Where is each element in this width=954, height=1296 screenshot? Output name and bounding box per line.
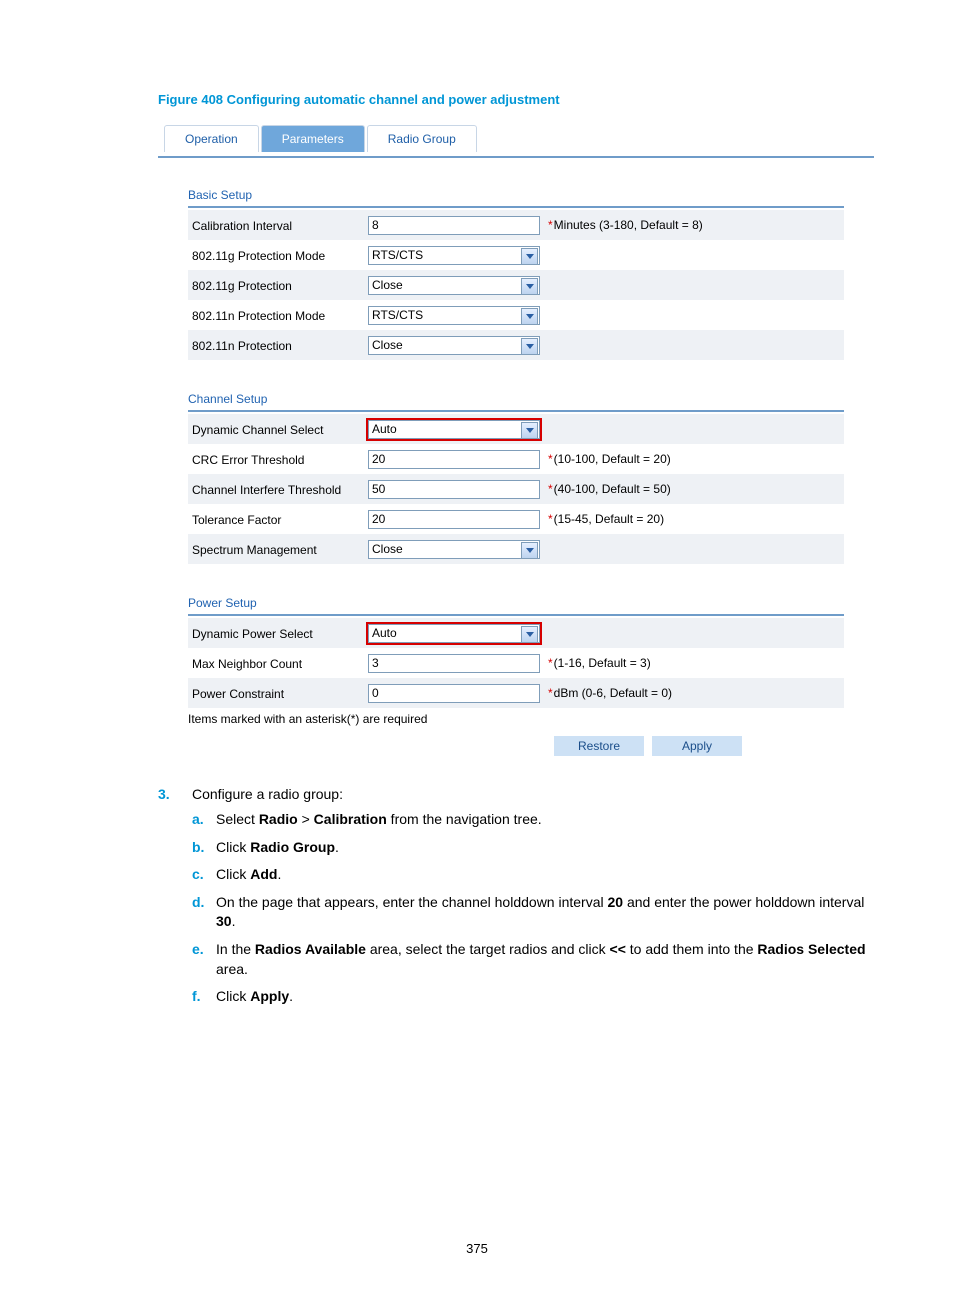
label-dynamic-channel-select: Dynamic Channel Select bbox=[188, 414, 368, 444]
row-spectrum-management: Spectrum Management Close bbox=[188, 534, 844, 564]
label-11g-protection-mode: 802.11g Protection Mode bbox=[188, 240, 368, 270]
asterisk-icon: * bbox=[548, 656, 553, 670]
step-letter: b. bbox=[192, 838, 216, 858]
input-channel-interfere-threshold[interactable] bbox=[368, 480, 540, 499]
asterisk-icon: * bbox=[548, 218, 553, 232]
label-11n-protection: 802.11n Protection bbox=[188, 330, 368, 360]
page-number: 375 bbox=[0, 1241, 954, 1256]
hint-calibration-interval: Minutes (3-180, Default = 8) bbox=[554, 218, 703, 232]
tabs-underline bbox=[158, 156, 874, 158]
section-title-basic: Basic Setup bbox=[188, 188, 844, 208]
figure-title: Figure 408 Configuring automatic channel… bbox=[158, 92, 874, 107]
required-note: Items marked with an asterisk(*) are req… bbox=[188, 712, 874, 726]
chevron-down-icon bbox=[521, 338, 538, 355]
step-f: f. Click Apply. bbox=[192, 987, 874, 1007]
step-e: e. In the Radios Available area, select … bbox=[192, 940, 874, 979]
step-text: Configure a radio group: bbox=[192, 786, 343, 802]
select-11n-protection[interactable]: Close bbox=[368, 336, 540, 355]
step-letter: a. bbox=[192, 810, 216, 830]
step-number: 3. bbox=[158, 786, 192, 802]
select-value: Auto bbox=[372, 626, 397, 640]
input-power-constraint[interactable] bbox=[368, 684, 540, 703]
asterisk-icon: * bbox=[548, 512, 553, 526]
select-spectrum-management[interactable]: Close bbox=[368, 540, 540, 559]
row-crc-error-threshold: CRC Error Threshold *(10-100, Default = … bbox=[188, 444, 844, 474]
apply-button[interactable]: Apply bbox=[652, 736, 742, 756]
label-channel-interfere-threshold: Channel Interfere Threshold bbox=[188, 474, 368, 504]
restore-button[interactable]: Restore bbox=[554, 736, 644, 756]
config-panel: Operation Parameters Radio Group Basic S… bbox=[158, 125, 874, 756]
chevron-down-icon bbox=[521, 542, 538, 559]
row-power-constraint: Power Constraint *dBm (0-6, Default = 0) bbox=[188, 678, 844, 708]
row-tolerance-factor: Tolerance Factor *(15-45, Default = 20) bbox=[188, 504, 844, 534]
label-11g-protection: 802.11g Protection bbox=[188, 270, 368, 300]
label-tolerance-factor: Tolerance Factor bbox=[188, 504, 368, 534]
step-letter: f. bbox=[192, 987, 216, 1007]
chevron-down-icon bbox=[521, 422, 538, 439]
label-crc-error-threshold: CRC Error Threshold bbox=[188, 444, 368, 474]
input-max-neighbor-count[interactable] bbox=[368, 654, 540, 673]
input-calibration-interval[interactable] bbox=[368, 216, 540, 235]
select-11n-protection-mode[interactable]: RTS/CTS bbox=[368, 306, 540, 325]
step-a: a. Select Radio > Calibration from the n… bbox=[192, 810, 874, 830]
label-power-constraint: Power Constraint bbox=[188, 678, 368, 708]
select-value: Close bbox=[372, 542, 403, 556]
hint-crc-error-threshold: (10-100, Default = 20) bbox=[554, 452, 671, 466]
tab-parameters[interactable]: Parameters bbox=[261, 125, 365, 152]
step-3: 3. Configure a radio group: a. Select Ra… bbox=[158, 786, 874, 1007]
section-basic-setup: Basic Setup Calibration Interval *Minute… bbox=[188, 188, 844, 360]
label-spectrum-management: Spectrum Management bbox=[188, 534, 368, 564]
row-calibration-interval: Calibration Interval *Minutes (3-180, De… bbox=[188, 210, 844, 240]
section-title-channel: Channel Setup bbox=[188, 392, 844, 412]
select-value: RTS/CTS bbox=[372, 308, 423, 322]
step-d: d. On the page that appears, enter the c… bbox=[192, 893, 874, 932]
row-11g-protection: 802.11g Protection Close bbox=[188, 270, 844, 300]
chevron-down-icon bbox=[521, 248, 538, 265]
select-dynamic-power-select[interactable]: Auto bbox=[368, 624, 540, 643]
select-11g-protection-mode[interactable]: RTS/CTS bbox=[368, 246, 540, 265]
step-c: c. Click Add. bbox=[192, 865, 874, 885]
row-dynamic-power-select: Dynamic Power Select Auto bbox=[188, 618, 844, 648]
hint-channel-interfere-threshold: (40-100, Default = 50) bbox=[554, 482, 671, 496]
row-channel-interfere-threshold: Channel Interfere Threshold *(40-100, De… bbox=[188, 474, 844, 504]
row-11n-protection-mode: 802.11n Protection Mode RTS/CTS bbox=[188, 300, 844, 330]
select-11g-protection[interactable]: Close bbox=[368, 276, 540, 295]
select-value: Auto bbox=[372, 422, 397, 436]
asterisk-icon: * bbox=[548, 452, 553, 466]
hint-max-neighbor-count: (1-16, Default = 3) bbox=[554, 656, 651, 670]
label-max-neighbor-count: Max Neighbor Count bbox=[188, 648, 368, 678]
select-value: Close bbox=[372, 338, 403, 352]
chevron-down-icon bbox=[521, 308, 538, 325]
input-crc-error-threshold[interactable] bbox=[368, 450, 540, 469]
step-letter: c. bbox=[192, 865, 216, 885]
step-b: b. Click Radio Group. bbox=[192, 838, 874, 858]
select-dynamic-channel-select[interactable]: Auto bbox=[368, 420, 540, 439]
label-dynamic-power-select: Dynamic Power Select bbox=[188, 618, 368, 648]
section-title-power: Power Setup bbox=[188, 596, 844, 616]
tab-radio-group[interactable]: Radio Group bbox=[367, 125, 477, 152]
chevron-down-icon bbox=[521, 626, 538, 643]
label-11n-protection-mode: 802.11n Protection Mode bbox=[188, 300, 368, 330]
section-channel-setup: Channel Setup Dynamic Channel Select Aut… bbox=[188, 392, 844, 564]
row-11n-protection: 802.11n Protection Close bbox=[188, 330, 844, 360]
select-value: RTS/CTS bbox=[372, 248, 423, 262]
section-power-setup: Power Setup Dynamic Power Select Auto Ma… bbox=[188, 596, 844, 708]
select-value: Close bbox=[372, 278, 403, 292]
asterisk-icon: * bbox=[548, 482, 553, 496]
input-tolerance-factor[interactable] bbox=[368, 510, 540, 529]
button-bar: Restore Apply bbox=[188, 736, 874, 756]
tab-bar: Operation Parameters Radio Group bbox=[164, 125, 874, 152]
label-calibration-interval: Calibration Interval bbox=[188, 210, 368, 240]
chevron-down-icon bbox=[521, 278, 538, 295]
row-max-neighbor-count: Max Neighbor Count *(1-16, Default = 3) bbox=[188, 648, 844, 678]
tab-operation[interactable]: Operation bbox=[164, 125, 259, 152]
row-dynamic-channel-select: Dynamic Channel Select Auto bbox=[188, 414, 844, 444]
hint-tolerance-factor: (15-45, Default = 20) bbox=[554, 512, 664, 526]
step-letter: d. bbox=[192, 893, 216, 932]
hint-power-constraint: dBm (0-6, Default = 0) bbox=[554, 686, 672, 700]
row-11g-protection-mode: 802.11g Protection Mode RTS/CTS bbox=[188, 240, 844, 270]
asterisk-icon: * bbox=[548, 686, 553, 700]
step-letter: e. bbox=[192, 940, 216, 979]
